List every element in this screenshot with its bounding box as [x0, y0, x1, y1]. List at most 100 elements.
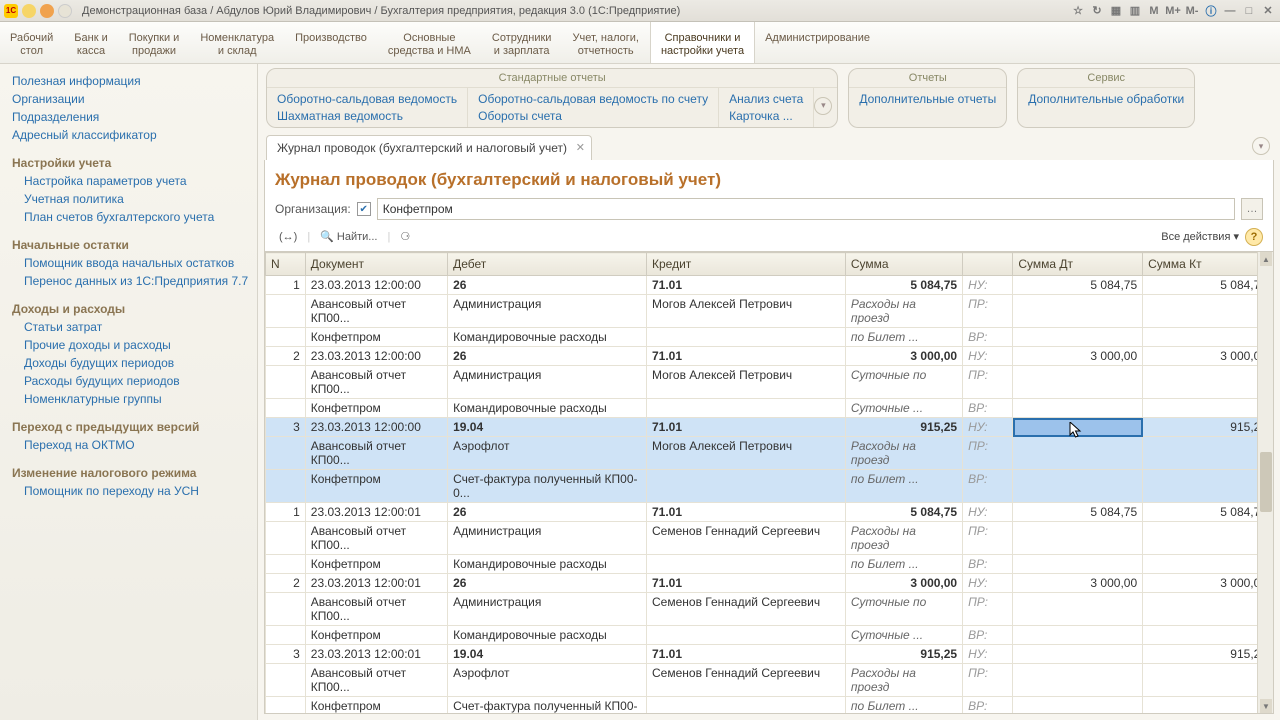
table-row[interactable]: Авансовый отчет КП00...АдминистрацияСеме… [266, 593, 1273, 626]
sidebar-item[interactable]: Учетная политика [12, 190, 253, 208]
close-window-icon[interactable]: ✕ [1260, 3, 1276, 19]
table-row[interactable]: КонфетпромСчет-фактура полученный КП00-0… [266, 470, 1273, 503]
titlebar: 1C Демонстрационная база / Абдулов Юрий … [0, 0, 1280, 22]
sidebar-item[interactable]: Переход на ОКТМО [12, 436, 253, 454]
section-tab[interactable]: Рабочийстол [0, 22, 64, 63]
table-row[interactable]: КонфетпромКомандировочные расходыпо Биле… [266, 328, 1273, 347]
sidebar-item[interactable]: Организации [12, 90, 253, 108]
sidebar-item[interactable]: Подразделения [12, 108, 253, 126]
calendar-icon[interactable]: ▥ [1127, 3, 1143, 19]
table-row[interactable]: 223.03.2013 12:00:012671.013 000,00НУ:3 … [266, 574, 1273, 593]
grid-wrap: NДокументДебетКредитСумма Сумма ДтСумма К… [265, 251, 1273, 713]
sidebar-item[interactable]: Доходы будущих периодов [12, 354, 253, 372]
org-filter-row: Организация: ✔ Конфетпром … [265, 196, 1273, 226]
table-row[interactable]: КонфетпромКомандировочные расходыпо Биле… [266, 555, 1273, 574]
table-row[interactable]: Авансовый отчет КП00...АэрофлотСеменов Г… [266, 664, 1273, 697]
m-icon[interactable]: M [1146, 3, 1162, 19]
scroll-thumb[interactable] [1260, 452, 1272, 512]
sidebar-item[interactable]: Помощник ввода начальных остатков [12, 254, 253, 272]
ribbon-link[interactable]: Обороты счета [478, 109, 708, 123]
ribbon-groups: Стандартные отчетыОборотно-сальдовая вед… [258, 64, 1280, 134]
ribbon-link[interactable]: Анализ счета [729, 92, 803, 106]
vertical-scrollbar[interactable]: ▲ ▼ [1257, 252, 1273, 713]
ribbon-group: ОтчетыДополнительные отчеты [848, 68, 1007, 128]
table-row[interactable]: 323.03.2013 12:00:0119.0471.01915,25НУ:9… [266, 645, 1273, 664]
minimize-icon[interactable]: — [1222, 3, 1238, 19]
column-header[interactable]: Дебет [448, 253, 647, 276]
document-tab[interactable]: Журнал проводок (бухгалтерский и налогов… [266, 135, 592, 160]
sidebar-item[interactable]: Полезная информация [12, 72, 253, 90]
all-actions-button[interactable]: Все действия ▾ [1161, 230, 1239, 243]
sidebar-item[interactable]: Помощник по переходу на УСН [12, 482, 253, 500]
nav-dropdown-icon[interactable] [58, 4, 72, 18]
entries-table[interactable]: NДокументДебетКредитСумма Сумма ДтСумма К… [265, 252, 1273, 713]
ribbon-link[interactable]: Оборотно-сальдовая ведомость по счету [478, 92, 708, 106]
scroll-down-icon[interactable]: ▼ [1260, 699, 1272, 713]
sidebar-item[interactable]: Номенклатурные группы [12, 390, 253, 408]
section-tab[interactable]: Производство [285, 22, 378, 63]
close-tab-icon[interactable]: ✕ [576, 141, 585, 154]
table-row[interactable]: Авансовый отчет КП00...АэрофлотМогов Але… [266, 437, 1273, 470]
ribbon-link[interactable]: Дополнительные отчеты [859, 92, 996, 106]
ribbon-link[interactable]: Шахматная ведомость [277, 109, 457, 123]
ribbon-more-icon[interactable]: ▾ [814, 97, 832, 115]
favorites-icon[interactable]: ☆ [1070, 3, 1086, 19]
page: Журнал проводок (бухгалтерский и налогов… [264, 160, 1274, 714]
toggle-columns-button[interactable]: (↔) [275, 229, 301, 245]
ribbon-link[interactable]: Оборотно-сальдовая ведомость [277, 92, 457, 106]
table-row[interactable]: Авансовый отчет КП00...АдминистрацияСеме… [266, 522, 1273, 555]
column-header[interactable]: Сумма Кт [1143, 253, 1273, 276]
m-minus-icon[interactable]: M- [1184, 3, 1200, 19]
history-icon[interactable]: ↻ [1089, 3, 1105, 19]
table-row[interactable]: КонфетпромКомандировочные расходыСуточны… [266, 399, 1273, 418]
column-header[interactable]: N [266, 253, 306, 276]
table-row[interactable]: КонфетпромСчет-фактура полученный КП00-0… [266, 697, 1273, 714]
window-title: Демонстрационная база / Абдулов Юрий Вла… [76, 5, 1066, 17]
org-checkbox[interactable]: ✔ [357, 202, 371, 216]
table-row[interactable]: Авансовый отчет КП00...АдминистрацияМого… [266, 295, 1273, 328]
org-select-button[interactable]: … [1241, 198, 1263, 220]
help-button[interactable]: ? [1245, 228, 1263, 246]
m-plus-icon[interactable]: M+ [1165, 3, 1181, 19]
table-row[interactable]: 123.03.2013 12:00:012671.015 084,75НУ:5 … [266, 503, 1273, 522]
maximize-icon[interactable]: □ [1241, 3, 1257, 19]
table-row[interactable]: КонфетпромКомандировочные расходыСуточны… [266, 626, 1273, 645]
clear-filter-button[interactable]: ⚆ [396, 228, 414, 245]
calculator-icon[interactable]: ▦ [1108, 3, 1124, 19]
org-input[interactable]: Конфетпром [377, 198, 1235, 220]
info-icon[interactable]: ⓘ [1203, 3, 1219, 19]
section-tab[interactable]: Сотрудникии зарплата [482, 22, 563, 63]
collapse-panel-icon[interactable]: ▾ [1252, 137, 1270, 155]
table-row[interactable]: Авансовый отчет КП00...АдминистрацияМого… [266, 366, 1273, 399]
sidebar-item[interactable]: Адресный классификатор [12, 126, 253, 144]
column-header[interactable]: Кредит [647, 253, 846, 276]
ribbon-link[interactable]: Дополнительные обработки [1028, 92, 1184, 106]
section-tab[interactable]: Номенклатураи склад [190, 22, 285, 63]
section-tab[interactable]: Справочники инастройки учета [650, 22, 755, 63]
sidebar-item[interactable]: Расходы будущих периодов [12, 372, 253, 390]
sidebar-item[interactable]: Настройка параметров учета [12, 172, 253, 190]
section-tab[interactable]: Основныесредства и НМА [378, 22, 482, 63]
table-row[interactable]: 223.03.2013 12:00:002671.013 000,00НУ:3 … [266, 347, 1273, 366]
find-button[interactable]: 🔍 Найти... [316, 228, 381, 245]
nav-fwd-icon[interactable] [40, 4, 54, 18]
sidebar-item[interactable]: Прочие доходы и расходы [12, 336, 253, 354]
section-tab[interactable]: Банк икасса [64, 22, 118, 63]
column-header[interactable]: Сумма Дт [1013, 253, 1143, 276]
column-header[interactable]: Документ [305, 253, 447, 276]
column-header[interactable]: Сумма [845, 253, 962, 276]
table-row[interactable]: 323.03.2013 12:00:0019.0471.01915,25НУ:9… [266, 418, 1273, 437]
section-tab[interactable]: Администрирование [755, 22, 881, 63]
sidebar-item[interactable]: Перенос данных из 1С:Предприятия 7.7 [12, 272, 253, 290]
table-row[interactable]: 123.03.2013 12:00:002671.015 084,75НУ:5 … [266, 276, 1273, 295]
ribbon-group-title: Сервис [1018, 69, 1194, 88]
sidebar-item[interactable]: План счетов бухгалтерского учета [12, 208, 253, 226]
ribbon-link[interactable]: Карточка ... [729, 109, 803, 123]
section-tab[interactable]: Учет, налоги,отчетность [562, 22, 649, 63]
sidebar-heading: Начальные остатки [12, 238, 253, 252]
sidebar-item[interactable]: Статьи затрат [12, 318, 253, 336]
column-header[interactable] [963, 253, 1013, 276]
section-tab[interactable]: Покупки ипродажи [119, 22, 191, 63]
scroll-up-icon[interactable]: ▲ [1260, 252, 1272, 266]
nav-back-icon[interactable] [22, 4, 36, 18]
